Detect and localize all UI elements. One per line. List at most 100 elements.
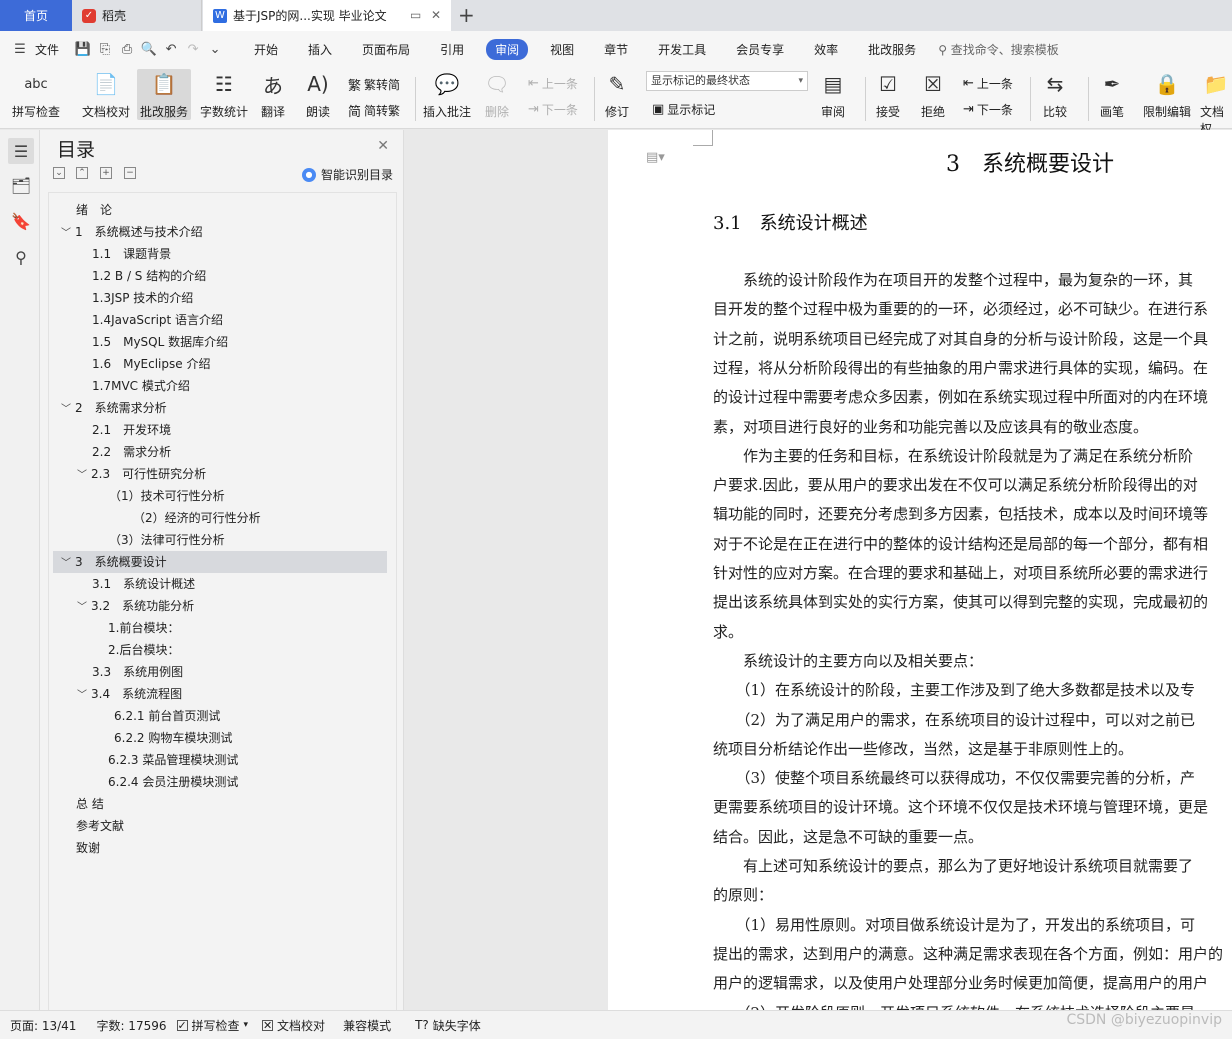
toc-item[interactable]: 1.6 MyEclipse 介绍 [92, 353, 210, 375]
menu-page-layout[interactable]: 页面布局 [358, 41, 414, 58]
menu-chapter[interactable]: 章节 [600, 41, 632, 58]
chevron-down-icon[interactable]: ﹀ [77, 685, 91, 707]
close-tab-icon[interactable]: ✕ [431, 8, 441, 22]
translate-button[interactable]: あ 翻译 [258, 69, 288, 120]
spell-check-status[interactable]: ✓ 拼写检查 ▾ [176, 1017, 248, 1034]
compat-mode-status[interactable]: 兼容模式 [343, 1017, 391, 1034]
chevron-down-icon[interactable]: ﹀ [61, 399, 75, 421]
more-chevron-icon[interactable]: ⌄ [207, 41, 223, 57]
menu-references[interactable]: 引用 [436, 41, 468, 58]
close-icon[interactable]: ✕ [377, 138, 389, 154]
chevron-down-icon[interactable]: ﹀ [77, 597, 91, 619]
toc-item[interactable]: 参考文献 [76, 815, 124, 837]
toc-item[interactable]: ﹀ 1 系统概述与技术介绍 [61, 221, 203, 243]
monitor-icon[interactable]: ▭ [410, 8, 421, 22]
toc-item[interactable]: ﹀ 3.2 系统功能分析 [77, 595, 194, 617]
menu-file[interactable]: 文件 [31, 41, 63, 58]
menu-member[interactable]: 会员专享 [732, 41, 788, 58]
spell-check-button[interactable]: abc 拼写检查 [12, 69, 60, 120]
tab-daoke[interactable]: ✓ 稻壳 [72, 0, 202, 31]
ink-button[interactable]: ✒ 画笔 [1097, 69, 1127, 120]
trad-to-simp-button[interactable]: 繁繁转简 [348, 75, 400, 94]
chevron-down-icon[interactable]: ﹀ [61, 553, 75, 575]
toc-item[interactable]: ﹀ 3.4 系统流程图 [77, 683, 182, 705]
toc-item[interactable]: ﹀ 2.3 可行性研究分析 [77, 463, 206, 485]
menu-correction[interactable]: 批改服务 [864, 41, 920, 58]
chevron-down-icon[interactable]: ﹀ [77, 465, 91, 487]
next-comment-button[interactable]: ⇥ 下一条 [528, 101, 578, 118]
review-pane-button[interactable]: ▤ 审阅 [818, 69, 848, 120]
tab-home[interactable]: 首页 [0, 0, 72, 31]
toc-icon[interactable]: ☰ [8, 138, 34, 164]
delete-comment-button[interactable]: 🗨 删除 [482, 69, 512, 120]
toc-item[interactable]: 2.后台模块： [108, 639, 179, 661]
toc-item[interactable]: 1.5 MySQL 数据库介绍 [92, 331, 228, 353]
toc-item[interactable]: 6.2.1 前台首页测试 [114, 705, 220, 727]
toc-item[interactable]: 6.2.3 菜品管理模块测试 [108, 749, 238, 771]
menu-start[interactable]: 开始 [250, 41, 282, 58]
word-count-indicator[interactable]: 字数: 17596 [96, 1017, 166, 1034]
chevron-down-icon[interactable]: ﹀ [61, 223, 75, 245]
command-search[interactable]: ⚲ 查找命令、搜索模板 [938, 41, 1059, 58]
toc-item[interactable]: 1.前台模块： [108, 617, 179, 639]
next-change-button[interactable]: ⇥ 下一条 [963, 101, 1013, 118]
revise-button[interactable]: ✎ 修订 [602, 69, 632, 120]
read-aloud-button[interactable]: A) 朗读 [303, 69, 333, 120]
toc-item[interactable]: 1.4JavaScript 语言介绍 [92, 309, 223, 331]
save-icon[interactable]: 💾 [75, 41, 91, 57]
reject-button[interactable]: ☒ 拒绝 [918, 69, 948, 120]
toc-item[interactable]: 绪 论 [76, 199, 112, 221]
prev-change-button[interactable]: ⇤ 上一条 [963, 75, 1013, 92]
document-page[interactable]: ▤▾ 3 系统概要设计 3.1 系统设计概述 系统的设计阶段作为在项目开的发整个… [608, 130, 1232, 1010]
redo-icon[interactable]: ↷ [185, 41, 201, 57]
chapter-nav-icon[interactable]: 🗂 [8, 172, 34, 198]
hamburger-icon[interactable]: ☰ [12, 41, 28, 57]
toc-item[interactable]: （3）法律可行性分析 [109, 529, 225, 551]
remove-heading-icon[interactable]: − [124, 167, 136, 179]
export-icon[interactable]: ⎘ [97, 41, 113, 57]
page-indicator[interactable]: 页面: 13/41 [10, 1017, 76, 1034]
prev-comment-button[interactable]: ⇤ 上一条 [528, 75, 578, 92]
compare-button[interactable]: ⇆ 比较 [1040, 69, 1070, 120]
toc-item[interactable]: （1）技术可行性分析 [109, 485, 225, 507]
restrict-edit-button[interactable]: 🔒 限制编辑 [1143, 69, 1191, 120]
insert-comment-button[interactable]: 💬 插入批注 [423, 69, 471, 120]
toc-item-selected[interactable]: ﹀ 3 系统概要设计 [53, 551, 387, 573]
print-preview-icon[interactable]: 🔍 [141, 41, 157, 57]
toc-item[interactable]: 2.1 开发环境 [92, 419, 171, 441]
toc-item[interactable]: 致谢 [76, 837, 100, 859]
toc-item[interactable]: 1.3JSP 技术的介绍 [92, 287, 193, 309]
toc-item[interactable]: 总 结 [76, 793, 104, 815]
toc-item[interactable]: 6.2.4 会员注册模块测试 [108, 771, 238, 793]
toc-item[interactable]: （2）经济的可行性分析 [133, 507, 261, 529]
toc-item[interactable]: 1.7MVC 模式介绍 [92, 375, 190, 397]
missing-font-status[interactable]: T? 缺失字体 [415, 1017, 481, 1034]
toc-item[interactable]: 3.3 系统用例图 [92, 661, 183, 683]
bookmark-icon[interactable]: 🔖 [8, 208, 34, 234]
menu-review[interactable]: 审阅 [486, 38, 529, 60]
tab-document[interactable]: W 基于JSP的网...实现 毕业论文 ▭ ✕ [203, 0, 451, 31]
add-heading-icon[interactable]: + [100, 167, 112, 179]
menu-efficiency[interactable]: 效率 [810, 41, 842, 58]
menu-view[interactable]: 视图 [546, 41, 578, 58]
toc-item[interactable]: 1.1 课题背景 [92, 243, 171, 265]
new-tab-plus-icon[interactable]: + [458, 3, 475, 27]
accept-button[interactable]: ☑ 接受 [873, 69, 903, 120]
smart-toc-button[interactable]: ● 智能识别目录 [301, 166, 393, 183]
toc-item[interactable]: 3.1 系统设计概述 [92, 573, 195, 595]
expand-up-icon[interactable]: ⌃ [76, 167, 88, 179]
toc-item[interactable]: 6.2.2 购物车模块测试 [114, 727, 232, 749]
toc-item[interactable]: ﹀ 2 系统需求分析 [61, 397, 167, 419]
doc-proof-status[interactable]: ✕ 文档校对 [262, 1017, 325, 1034]
toc-item[interactable]: 2.2 需求分析 [92, 441, 171, 463]
print-icon[interactable]: ⎙ [119, 41, 135, 57]
paragraph-options-icon[interactable]: ▤▾ [646, 150, 665, 165]
menu-insert[interactable]: 插入 [304, 41, 336, 58]
show-markup-button[interactable]: ▣ 显示标记 [652, 101, 715, 118]
undo-icon[interactable]: ↶ [163, 41, 179, 57]
simp-to-trad-button[interactable]: 简简转繁 [348, 101, 400, 120]
word-count-button[interactable]: ☷ 字数统计 [200, 69, 248, 120]
search-icon[interactable]: ⚲ [8, 244, 34, 270]
doc-permission-button[interactable]: 📁 文档权 [1200, 69, 1232, 137]
markup-state-select[interactable]: 显示标记的最终状态 ▾ [646, 71, 808, 91]
